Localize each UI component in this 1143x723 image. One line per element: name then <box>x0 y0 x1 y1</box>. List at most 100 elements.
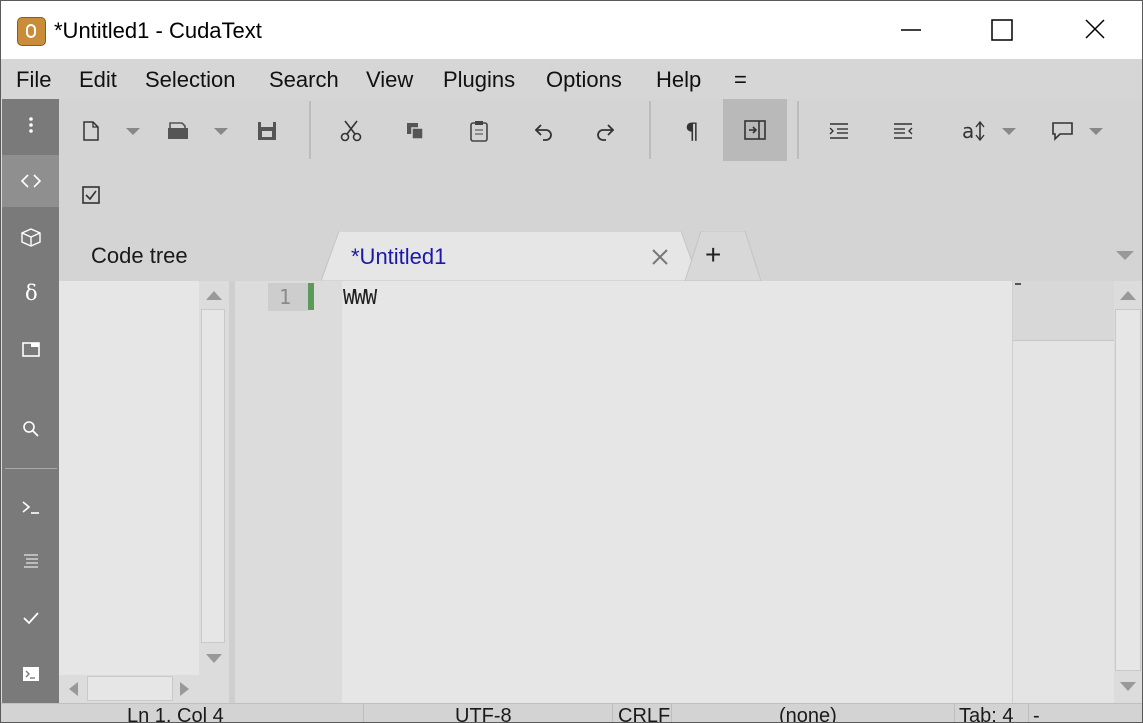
new-file-button[interactable] <box>71 111 111 151</box>
scroll-thumb[interactable] <box>1115 309 1141 671</box>
sidebar-item-console[interactable] <box>2 481 59 533</box>
sidebar-item-tabs[interactable] <box>2 323 59 375</box>
sidebar-item-code-tree[interactable] <box>2 155 59 207</box>
terminal-icon <box>22 667 39 681</box>
status-line-endings[interactable]: CRLF <box>618 704 670 722</box>
menu-plugins[interactable]: Plugins <box>443 67 515 93</box>
scroll-right-icon[interactable] <box>179 681 191 697</box>
scroll-thumb[interactable] <box>201 309 225 643</box>
menu-help[interactable]: Help <box>656 67 701 93</box>
copy-button[interactable] <box>395 111 435 151</box>
tabs-bar: *Untitled1 + <box>235 231 1142 281</box>
sidebar-item-terminal[interactable] <box>2 648 59 700</box>
cut-button[interactable] <box>331 111 371 151</box>
minimize-button[interactable] <box>865 1 957 59</box>
menu-search[interactable]: Search <box>269 67 339 93</box>
pilcrow-icon: ¶ <box>685 120 699 142</box>
sidebar-menu-button[interactable] <box>2 99 59 151</box>
search-icon <box>22 421 39 437</box>
scroll-down-icon[interactable] <box>1119 681 1137 693</box>
menu-options[interactable]: Options <box>546 67 622 93</box>
code-tree-horizontal-scrollbar[interactable] <box>59 675 229 703</box>
checkbox-tool-button[interactable] <box>71 175 111 215</box>
sidebar-item-snippets[interactable]: δ <box>2 267 59 319</box>
tab-untitled1[interactable]: *Untitled1 <box>351 244 446 270</box>
indent-button[interactable] <box>819 111 859 151</box>
open-file-button[interactable] <box>158 111 198 151</box>
chevron-down-icon <box>126 128 140 135</box>
paste-button[interactable] <box>459 111 499 151</box>
toolbar: ¶ a <box>59 99 1142 231</box>
svg-text:¶: ¶ <box>685 120 699 142</box>
add-tab-button[interactable]: + <box>705 239 721 271</box>
new-file-dropdown[interactable] <box>113 111 153 151</box>
menu-file[interactable]: File <box>16 67 51 93</box>
code-tree-vertical-scrollbar[interactable] <box>199 281 229 675</box>
open-file-icon <box>168 122 188 139</box>
status-extra[interactable]: - <box>1033 704 1040 722</box>
unindent-button[interactable] <box>883 111 923 151</box>
sidebar-divider <box>5 468 57 469</box>
menu-dots-icon <box>28 117 33 133</box>
project-icon <box>20 228 41 247</box>
scroll-thumb[interactable] <box>87 676 173 701</box>
validate-icon <box>22 612 39 625</box>
case-dropdown[interactable] <box>989 111 1029 151</box>
menu-selection[interactable]: Selection <box>145 67 236 93</box>
status-encoding[interactable]: UTF-8 <box>455 704 512 722</box>
scroll-down-icon[interactable] <box>205 653 223 665</box>
scroll-up-icon[interactable] <box>1119 289 1137 301</box>
minimap-toggle-icon <box>744 120 766 140</box>
code-tree-list[interactable] <box>59 281 199 675</box>
code-tree-icon <box>20 174 41 188</box>
side-panel-header: Code tree <box>59 231 303 281</box>
status-divider <box>363 704 364 722</box>
tab-close-icon[interactable] <box>649 246 671 268</box>
svg-text:δ: δ <box>25 281 38 305</box>
scroll-up-icon[interactable] <box>205 289 223 301</box>
show-unprinted-button[interactable]: ¶ <box>673 111 713 151</box>
window-title: *Untitled1 - CudaText <box>54 18 262 43</box>
new-file-icon <box>83 121 99 141</box>
menu-theme[interactable]: = <box>734 67 747 93</box>
toolbar-divider <box>649 101 651 159</box>
editor-text-area[interactable]: WWW <box>342 281 1012 703</box>
menu-edit[interactable]: Edit <box>79 67 117 93</box>
status-divider <box>671 704 672 722</box>
sidebar-item-output[interactable] <box>2 535 59 587</box>
sidebar-item-validate[interactable] <box>2 592 59 644</box>
svg-text:a: a <box>962 119 974 143</box>
sidebar-item-search[interactable] <box>2 403 59 455</box>
cut-icon <box>340 120 362 142</box>
status-tab-size[interactable]: Tab: 4 <box>959 704 1013 722</box>
save-button[interactable] <box>247 111 287 151</box>
minimap-toggle-button[interactable] <box>723 99 787 161</box>
chevron-down-icon <box>1089 128 1103 135</box>
comment-icon <box>1052 122 1073 141</box>
open-file-dropdown[interactable] <box>201 111 241 151</box>
status-divider <box>612 704 613 722</box>
sidebar-item-project[interactable] <box>2 211 59 263</box>
minimap-viewport[interactable] <box>1013 281 1114 341</box>
chevron-down-icon <box>1002 128 1016 135</box>
minimap[interactable] <box>1012 281 1114 703</box>
undo-button[interactable] <box>523 111 563 151</box>
minimap-line <box>1015 283 1021 285</box>
status-lexer[interactable]: (none) <box>779 704 837 722</box>
console-icon <box>21 501 39 514</box>
tabs-menu-chevron-icon[interactable] <box>1115 249 1135 263</box>
menu-view[interactable]: View <box>366 67 413 93</box>
unindent-icon <box>894 123 913 139</box>
chevron-down-icon <box>214 128 228 135</box>
case-icon: a <box>962 119 985 143</box>
comment-dropdown[interactable] <box>1076 111 1116 151</box>
maximize-button[interactable] <box>957 1 1049 59</box>
indent-icon <box>829 123 848 139</box>
redo-button[interactable] <box>586 111 626 151</box>
editor-vertical-scrollbar[interactable] <box>1114 281 1142 703</box>
code-line: WWW <box>343 285 377 309</box>
scroll-left-icon[interactable] <box>67 681 79 697</box>
status-position[interactable]: Ln 1, Col 4 <box>127 704 224 722</box>
maximize-icon <box>991 19 1013 41</box>
close-window-button[interactable] <box>1049 1 1141 59</box>
